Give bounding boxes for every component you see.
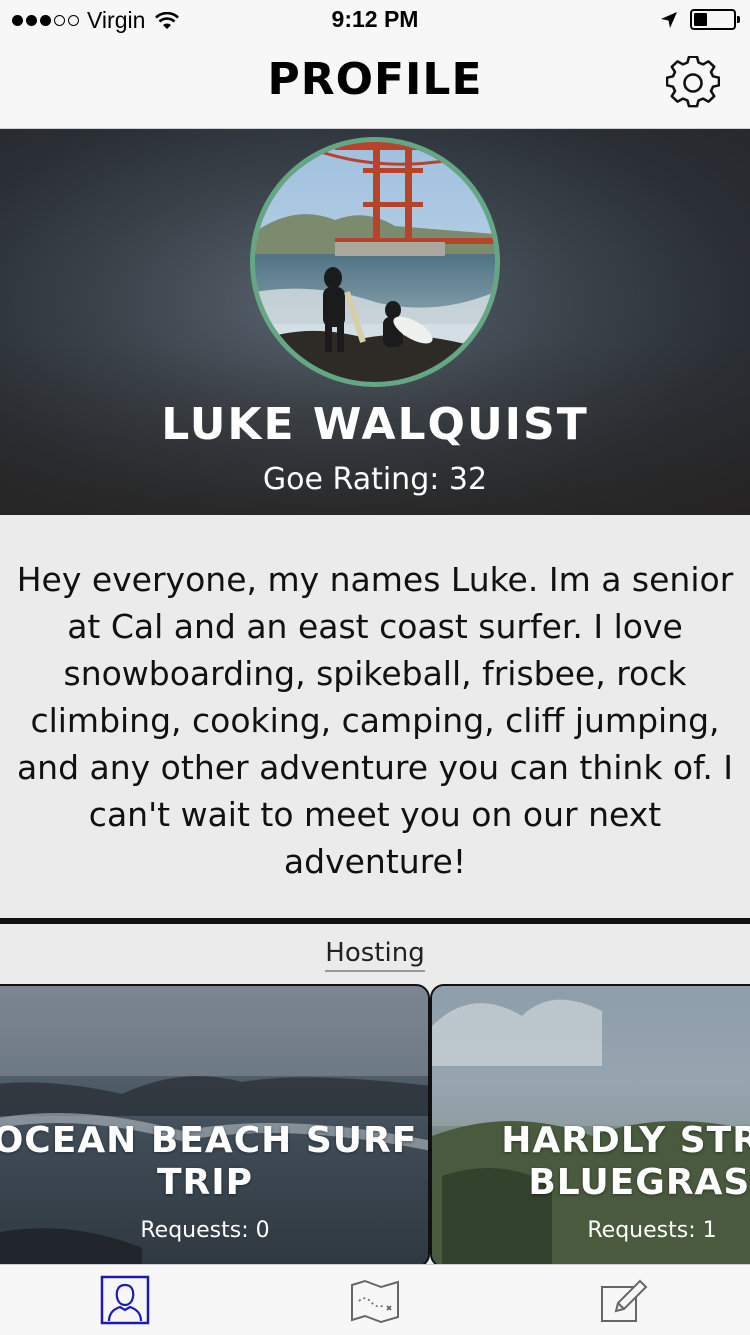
avatar[interactable]: [250, 137, 500, 387]
card-requests: Requests: 1: [587, 1218, 717, 1243]
status-right: [660, 9, 740, 30]
goe-rating: Goe Rating: 32: [262, 462, 488, 497]
page-title: PROFILE: [267, 54, 483, 105]
status-bar: Virgin 9:12 PM: [0, 0, 750, 40]
map-icon: [351, 1279, 399, 1324]
card-title: HARDLY STRIC BLUEGRASS: [501, 1120, 750, 1203]
tab-bar: [0, 1264, 750, 1335]
card-title: OCEAN BEACH SURF TRIP: [0, 1120, 418, 1203]
tab-compose[interactable]: [598, 1275, 650, 1327]
bio-text: Hey everyone, my names Luke. Im a senior…: [16, 560, 734, 881]
nav-bar: PROFILE: [0, 40, 750, 129]
compose-icon: [601, 1279, 648, 1322]
user-name: LUKE WALQUIST: [161, 399, 589, 450]
divider: [0, 918, 750, 924]
avatar-photo: [255, 142, 495, 382]
location-arrow-icon: [661, 11, 677, 28]
profile-header: LUKE WALQUIST Goe Rating: 32: [0, 129, 750, 515]
hosting-tab-label[interactable]: Hosting: [0, 938, 750, 972]
status-time: 9:12 PM: [331, 6, 419, 32]
settings-button[interactable]: [665, 55, 721, 110]
hosting-card[interactable]: HARDLY STRIC BLUEGRASS Requests: 1: [430, 984, 750, 1268]
tab-map[interactable]: [349, 1275, 401, 1327]
hosting-label-text[interactable]: Hosting: [325, 938, 425, 972]
hosting-card[interactable]: OCEAN BEACH SURF TRIP Requests: 0: [0, 984, 430, 1268]
card-requests: Requests: 0: [140, 1218, 270, 1243]
tab-profile[interactable]: [100, 1275, 152, 1327]
battery-icon: [690, 9, 740, 30]
profile-icon: [100, 1275, 150, 1325]
gear-icon: [665, 55, 721, 108]
